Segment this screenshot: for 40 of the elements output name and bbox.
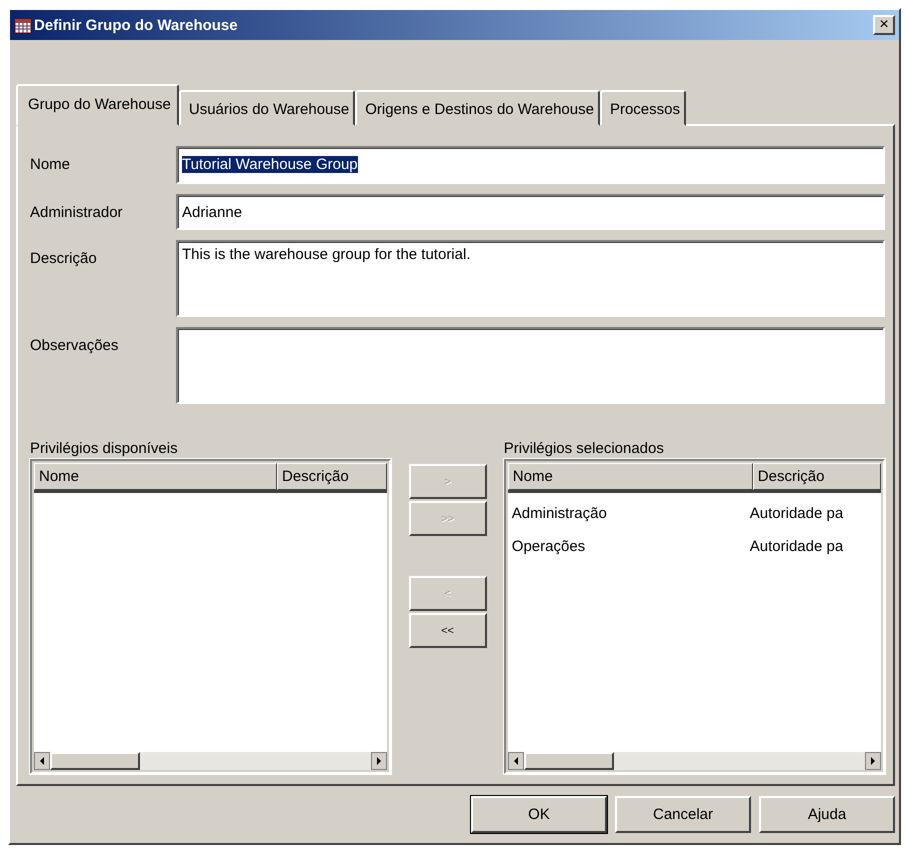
- table-cell-text: Operações: [510, 538, 586, 555]
- input-field[interactable]: Adrianne: [176, 194, 885, 230]
- table-cell: Autoridade pa: [750, 538, 844, 555]
- input-field[interactable]: Tutorial Warehouse Group: [176, 146, 885, 184]
- scroll-right-icon[interactable]: [865, 752, 881, 770]
- move-button[interactable]: <<: [408, 613, 487, 648]
- tab[interactable]: Processos: [600, 90, 686, 126]
- dialog-button[interactable]: Cancelar: [615, 796, 751, 833]
- column-header[interactable]: Descrição: [277, 463, 388, 490]
- field-label: Descrição: [30, 249, 98, 267]
- tab[interactable]: Origens e Destinos do Warehouse: [355, 90, 600, 126]
- scroll-left-icon[interactable]: [508, 752, 524, 770]
- dialog-button[interactable]: Ajuda: [759, 796, 895, 833]
- input-field[interactable]: This is the warehouse group for the tutorial.: [176, 240, 885, 317]
- table-cell-text: Administração: [510, 505, 608, 522]
- field-label: Nome: [30, 155, 72, 173]
- window-title: Definir Grupo do Warehouse: [34, 16, 239, 34]
- table-row[interactable]: Operações Autoridade pa: [508, 530, 881, 563]
- column-header[interactable]: Nome: [34, 463, 277, 490]
- scroll-right-icon[interactable]: [371, 752, 388, 770]
- table-row[interactable]: Administração Autoridade pa: [508, 497, 881, 530]
- table-cell: Autoridade pa: [750, 505, 844, 522]
- scroll-thumb[interactable]: [524, 752, 614, 770]
- list-label: Privilégios selecionados: [504, 440, 665, 457]
- grid-icon: [14, 16, 32, 34]
- list-label: Privilégios disponíveis: [30, 440, 179, 457]
- input-field[interactable]: [176, 327, 885, 404]
- horizontal-scrollbar[interactable]: [34, 751, 388, 770]
- scroll-thumb[interactable]: [50, 752, 140, 770]
- field-label: Administrador: [30, 203, 124, 221]
- tab[interactable]: Usuários do Warehouse: [178, 90, 356, 126]
- close-button[interactable]: ×: [873, 15, 895, 35]
- dialog-button[interactable]: OK: [471, 796, 607, 833]
- tab[interactable]: Grupo do Warehouse: [16, 84, 179, 126]
- scroll-left-icon[interactable]: [34, 752, 50, 770]
- column-header[interactable]: Nome: [508, 463, 753, 490]
- field-label: Observações: [30, 336, 120, 354]
- list-area[interactable]: Administração Autoridade pa Operações Autoridade pa: [508, 493, 881, 751]
- column-header[interactable]: Descrição: [752, 463, 881, 490]
- horizontal-scrollbar[interactable]: [508, 751, 881, 770]
